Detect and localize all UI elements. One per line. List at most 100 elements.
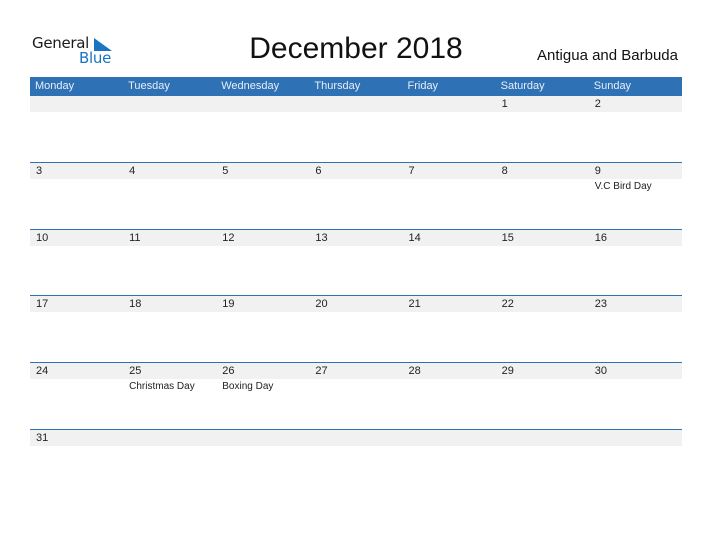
day-number bbox=[502, 430, 589, 446]
week-row: 31 bbox=[30, 429, 682, 497]
day-cell: 14 bbox=[403, 230, 496, 290]
weekday-saturday: Saturday bbox=[500, 80, 545, 92]
day-number: 30 bbox=[594, 365, 607, 377]
holiday-label: V.C Bird Day bbox=[594, 181, 652, 192]
week-row: 10 11 12 13 14 15 16 bbox=[30, 229, 682, 297]
day-number: 27 bbox=[315, 365, 328, 377]
country-name: Antigua and Barbuda bbox=[537, 47, 678, 64]
day-number: 23 bbox=[594, 298, 607, 310]
day-number: 6 bbox=[315, 165, 322, 177]
day-cell: 5 bbox=[216, 163, 309, 223]
day-cell: 16 bbox=[589, 230, 682, 290]
weekday-friday: Friday bbox=[407, 80, 439, 92]
day-number: 10 bbox=[36, 232, 49, 244]
day-cell: 30 bbox=[589, 363, 682, 423]
day-cell bbox=[496, 430, 589, 490]
day-number bbox=[315, 430, 402, 446]
day-number: 19 bbox=[222, 298, 235, 310]
day-number bbox=[315, 96, 402, 112]
weekday-tuesday: Tuesday bbox=[128, 80, 170, 92]
day-cell: 20 bbox=[309, 296, 402, 356]
day-number: 24 bbox=[36, 365, 49, 377]
week-row: 24 25 Christmas Day 26 Boxing Day 27 28 29 30 bbox=[30, 362, 682, 430]
weekday-sunday: Sunday bbox=[593, 80, 632, 92]
holiday-label: Boxing Day bbox=[222, 381, 274, 392]
day-cell: 1 bbox=[496, 96, 589, 156]
day-cell bbox=[309, 430, 402, 490]
day-number bbox=[222, 430, 309, 446]
day-number: 13 bbox=[315, 232, 328, 244]
day-cell: 6 bbox=[309, 163, 402, 223]
day-number: 2 bbox=[594, 98, 601, 110]
day-number bbox=[409, 430, 496, 446]
day-cell: 17 bbox=[30, 296, 123, 356]
day-cell bbox=[123, 430, 216, 490]
day-cell: 23 bbox=[589, 296, 682, 356]
day-number bbox=[36, 96, 123, 112]
day-cell: 24 bbox=[30, 363, 123, 423]
day-number: 25 bbox=[129, 365, 142, 377]
day-number: 16 bbox=[594, 232, 607, 244]
week-row: 12 bbox=[30, 96, 682, 163]
day-cell bbox=[216, 430, 309, 490]
week-row: 17 18 19 20 21 22 23 bbox=[30, 295, 682, 363]
day-cell: 31 bbox=[30, 430, 123, 490]
day-number: 4 bbox=[129, 165, 136, 177]
day-number bbox=[222, 96, 309, 112]
day-cell: 8 bbox=[496, 163, 589, 223]
day-number: 7 bbox=[408, 165, 415, 177]
day-cell bbox=[123, 96, 216, 156]
day-cell: 13 bbox=[309, 230, 402, 290]
day-cell bbox=[589, 430, 682, 490]
day-number bbox=[129, 430, 216, 446]
weekday-thursday: Thursday bbox=[314, 80, 361, 92]
weekday-wednesday: Wednesday bbox=[221, 80, 280, 92]
day-number: 18 bbox=[129, 298, 142, 310]
day-number bbox=[595, 430, 682, 446]
day-number: 14 bbox=[408, 232, 421, 244]
day-cell bbox=[309, 96, 402, 156]
day-cell: 29 bbox=[496, 363, 589, 423]
day-number: 20 bbox=[315, 298, 328, 310]
day-number: 28 bbox=[408, 365, 421, 377]
day-number: 11 bbox=[129, 232, 141, 244]
day-cell: 12 bbox=[216, 230, 309, 290]
day-cell: 28 bbox=[403, 363, 496, 423]
day-cell bbox=[216, 96, 309, 156]
day-cell: 19 bbox=[216, 296, 309, 356]
day-number: 1 bbox=[501, 98, 508, 110]
weekday-monday: Monday bbox=[35, 80, 75, 92]
day-number: 17 bbox=[36, 298, 49, 310]
day-cell bbox=[403, 96, 496, 156]
day-cell bbox=[403, 430, 496, 490]
day-number: 29 bbox=[501, 365, 514, 377]
day-number: 9 bbox=[594, 165, 601, 177]
day-number: 5 bbox=[222, 165, 229, 177]
day-cell: 3 bbox=[30, 163, 123, 223]
day-cell: 2 bbox=[589, 96, 682, 156]
day-number: 22 bbox=[501, 298, 514, 310]
weekday-header: Monday Tuesday Wednesday Thursday Friday… bbox=[30, 77, 682, 96]
day-cell: 7 bbox=[403, 163, 496, 223]
day-cell: 9 V.C Bird Day bbox=[589, 163, 682, 223]
day-cell: 11 bbox=[123, 230, 216, 290]
day-cell: 10 bbox=[30, 230, 123, 290]
day-number: 12 bbox=[222, 232, 235, 244]
day-cell: 18 bbox=[123, 296, 216, 356]
day-number bbox=[129, 96, 216, 112]
day-number: 26 bbox=[222, 365, 235, 377]
day-cell: 22 bbox=[496, 296, 589, 356]
day-number: 21 bbox=[408, 298, 421, 310]
day-cell: 21 bbox=[403, 296, 496, 356]
week-row: 3 4 5 6 7 8 9 V.C Bird Day bbox=[30, 162, 682, 230]
day-cell: 25 Christmas Day bbox=[123, 363, 216, 423]
day-cell: 4 bbox=[123, 163, 216, 223]
day-number: 15 bbox=[501, 232, 514, 244]
day-cell bbox=[30, 96, 123, 156]
day-number: 8 bbox=[501, 165, 508, 177]
day-number: 3 bbox=[36, 165, 43, 177]
day-cell: 15 bbox=[496, 230, 589, 290]
day-cell: 27 bbox=[309, 363, 402, 423]
day-number: 31 bbox=[36, 432, 49, 444]
holiday-label: Christmas Day bbox=[129, 381, 195, 392]
